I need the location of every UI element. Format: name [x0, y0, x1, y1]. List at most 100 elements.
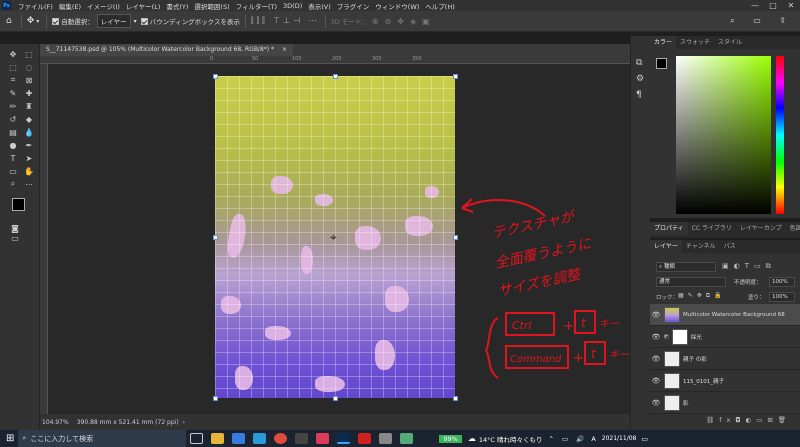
clock[interactable]: 2021/11/08 [602, 435, 637, 442]
photoshop-taskbar-icon[interactable] [337, 433, 351, 444]
menu-layer[interactable]: レイヤー(L) [123, 1, 164, 11]
home-icon[interactable]: ⌂ [6, 16, 12, 26]
close-icon[interactable]: × [282, 46, 287, 53]
document-tab[interactable]: S__71147538.psd @ 105% (Multicolor Water… [40, 44, 293, 56]
brush-settings-icon[interactable]: ⚙ [636, 74, 644, 84]
menu-window[interactable]: ウィンドウ(W) [372, 1, 422, 11]
app-icon[interactable] [295, 433, 309, 444]
menu-file[interactable]: ファイル(F) [15, 1, 56, 11]
layer-filter-icons[interactable]: ▣◐T▭⧉ [722, 262, 776, 271]
reference-point-icon[interactable]: ⌖ [330, 231, 337, 243]
battery-indicator[interactable]: 99% [439, 434, 462, 443]
move-tool-icon[interactable]: ✥ [27, 16, 35, 26]
opacity-field[interactable]: 100% [769, 277, 795, 287]
layer-footer-icons[interactable]: ⛓fx◘◐▭⊞🗑 [706, 416, 791, 424]
healing-tool-icon[interactable]: ✚ [22, 87, 36, 99]
maximize-button[interactable]: □ [764, 1, 782, 10]
tab-color[interactable]: カラー [650, 36, 677, 49]
taskbar-search[interactable]: ⌕ ここに入力して検索 [18, 430, 187, 447]
gradient-tool-icon[interactable]: ▤ [6, 126, 20, 138]
windows-start-icon[interactable]: ⊞ [6, 433, 14, 444]
layer-row[interactable]: 👁 ◩ 採光 [650, 326, 800, 348]
crop-tool-icon[interactable]: ⌗ [6, 74, 20, 86]
chevron-right-icon[interactable]: › [183, 419, 185, 426]
tab-cc-libraries[interactable]: CC ライブラリ [688, 222, 736, 235]
stamp-tool-icon[interactable]: ♜ [22, 100, 36, 112]
edge-icon[interactable] [253, 433, 267, 444]
menu-type[interactable]: 書式(Y) [163, 1, 191, 11]
task-view-icon[interactable] [190, 433, 204, 444]
app-icon[interactable] [316, 433, 330, 444]
hand-tool-icon[interactable]: ✋ [22, 165, 36, 177]
color-picker-field[interactable] [676, 56, 771, 214]
menu-help[interactable]: ヘルプ(H) [422, 1, 457, 11]
artboard-tool-icon[interactable]: ⬚ [22, 48, 36, 60]
transform-handle[interactable] [453, 396, 458, 401]
align-icons[interactable]: ⫿⫿⫿ ⊤⊥⊣ ⋯ [251, 16, 320, 26]
weather-text[interactable]: 14°C 晴れ時々くもり [479, 434, 543, 444]
search-icon[interactable]: ⌕ ▭ ⇪ [730, 16, 794, 26]
notification-icon[interactable]: ▭ [641, 435, 648, 443]
tab-layers[interactable]: レイヤー [650, 240, 682, 253]
eye-icon[interactable]: 👁 [650, 311, 662, 319]
brush-tool-icon[interactable]: ✏ [6, 100, 20, 112]
tab-paths[interactable]: パス [720, 240, 740, 253]
transform-handle[interactable] [213, 235, 218, 240]
eye-icon[interactable]: 👁 [650, 355, 662, 363]
auto-select-checkbox[interactable] [52, 17, 60, 25]
layer-row[interactable]: 👁 影 [650, 392, 800, 414]
tab-swatches[interactable]: スウォッチ [676, 36, 714, 49]
type-tool-icon[interactable]: T [6, 152, 20, 164]
tab-adjustments[interactable]: 色調補正 [786, 222, 800, 235]
layer-filter-dropdown[interactable]: ⌕ 種類 [656, 262, 716, 272]
transform-handle[interactable] [333, 396, 338, 401]
transform-handle[interactable] [213, 396, 218, 401]
foreground-color-chip[interactable] [656, 58, 667, 69]
blend-mode-dropdown[interactable]: 通常 [656, 277, 726, 287]
eraser-tool-icon[interactable]: ◆ [22, 113, 36, 125]
path-select-tool-icon[interactable]: ➤ [22, 152, 36, 164]
shape-tool-icon[interactable]: ▭ [6, 165, 20, 177]
menu-view[interactable]: 表示(V) [305, 1, 334, 11]
menu-3d[interactable]: 3D(D) [280, 2, 305, 10]
file-explorer-icon[interactable] [211, 433, 225, 444]
zoom-tool-icon[interactable]: ⌕ [6, 178, 20, 190]
foreground-color-swatch[interactable] [12, 198, 25, 211]
minimize-button[interactable]: — [746, 1, 764, 10]
eye-icon[interactable]: 👁 [650, 399, 662, 407]
screen-mode-icon[interactable]: ▭ [8, 232, 22, 244]
history-brush-icon[interactable]: ↺ [6, 113, 20, 125]
menu-edit[interactable]: 編集(E) [56, 1, 84, 11]
move-tool-icon[interactable]: ✥ [6, 48, 20, 60]
menu-select[interactable]: 選択範囲(S) [191, 1, 232, 11]
pen-tool-icon[interactable]: ✒ [22, 139, 36, 151]
chrome-icon[interactable] [274, 433, 288, 444]
close-window-button[interactable]: ✕ [782, 1, 800, 10]
history-icon[interactable]: ⧉ [636, 58, 642, 68]
more-tools-icon[interactable]: ⋯ [22, 178, 36, 190]
menu-filter[interactable]: フィルター(T) [233, 1, 280, 11]
3d-tools-icons[interactable]: ⊕⊛✥◈▣ [372, 17, 436, 26]
auto-select-target-dropdown[interactable]: レイヤー [96, 14, 131, 28]
chevron-down-icon[interactable]: ▾ [36, 18, 39, 25]
transform-handle[interactable] [453, 74, 458, 79]
hue-slider[interactable] [776, 56, 784, 214]
menu-plugins[interactable]: プラグイン [334, 1, 373, 11]
layer-row[interactable]: 👁 Multicolor Watercolor Background 68 [650, 304, 800, 326]
paragraph-icon[interactable]: ¶ [636, 90, 642, 100]
tab-properties[interactable]: プロパティ [650, 222, 688, 235]
tab-styles[interactable]: スタイル [714, 36, 746, 49]
marquee-tool-icon[interactable]: ⬚ [6, 61, 20, 73]
fill-field[interactable]: 100% [769, 292, 795, 302]
transform-handle[interactable] [213, 74, 218, 79]
frame-tool-icon[interactable]: ⊠ [22, 74, 36, 86]
eyedropper-tool-icon[interactable]: ✎ [6, 87, 20, 99]
tab-channels[interactable]: チャンネル [682, 240, 720, 253]
lock-icons[interactable]: ▦✎✥⧉🔒 [678, 292, 725, 300]
eye-icon[interactable]: 👁 [650, 377, 662, 385]
app-icon[interactable] [379, 433, 393, 444]
blur-tool-icon[interactable]: 💧 [22, 126, 36, 138]
transform-handle[interactable] [453, 235, 458, 240]
system-tray-icons[interactable]: ⌃ ▭ 🔊 [548, 435, 587, 443]
mail-icon[interactable] [232, 433, 246, 444]
